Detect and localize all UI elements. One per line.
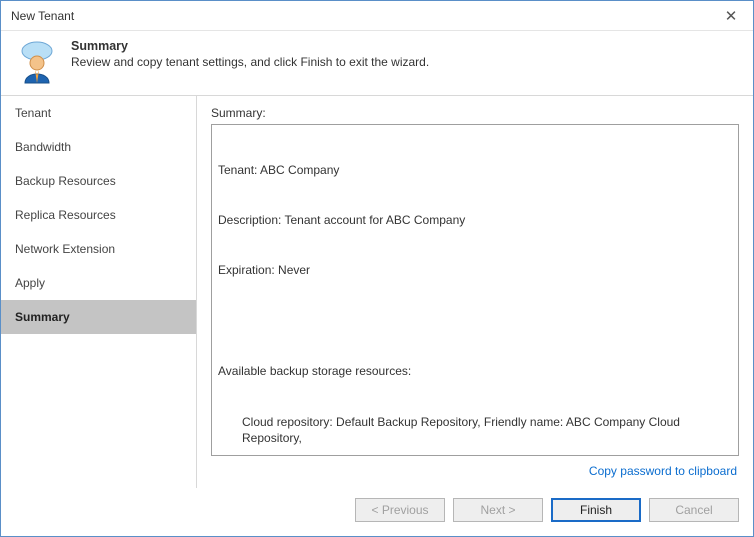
nav-item-label: Summary	[15, 310, 70, 324]
summary-label: Summary:	[211, 106, 739, 120]
close-button[interactable]: ✕	[709, 1, 753, 31]
wizard-header-text: Summary Review and copy tenant settings,…	[71, 37, 429, 69]
page-subtitle: Review and copy tenant settings, and cli…	[71, 55, 429, 69]
wizard-header: Summary Review and copy tenant settings,…	[1, 31, 753, 95]
copy-password-link[interactable]: Copy password to clipboard	[589, 464, 737, 478]
nav-item-label: Replica Resources	[15, 208, 116, 222]
nav-item-tenant[interactable]: Tenant	[1, 96, 196, 130]
summary-line-backup-header: Available backup storage resources:	[218, 363, 732, 380]
summary-line-description: Description: Tenant account for ABC Comp…	[218, 212, 732, 229]
nav-item-replica-resources[interactable]: Replica Resources	[1, 198, 196, 232]
wizard-nav: Tenant Bandwidth Backup Resources Replica R…	[1, 96, 197, 488]
close-icon: ✕	[725, 7, 738, 25]
nav-item-bandwidth[interactable]: Bandwidth	[1, 130, 196, 164]
page-title: Summary	[71, 39, 429, 53]
nav-item-label: Network Extension	[15, 242, 115, 256]
wizard-body: Tenant Bandwidth Backup Resources Replica R…	[1, 95, 753, 488]
nav-item-network-extension[interactable]: Network Extension	[1, 232, 196, 266]
summary-textbox[interactable]: Tenant: ABC Company Description: Tenant …	[211, 124, 739, 456]
nav-item-label: Backup Resources	[15, 174, 116, 188]
cancel-button: Cancel	[649, 498, 739, 522]
nav-item-label: Apply	[15, 276, 45, 290]
nav-item-backup-resources[interactable]: Backup Resources	[1, 164, 196, 198]
summary-line-backup-detail1: Cloud repository: Default Backup Reposit…	[218, 414, 732, 448]
link-row: Copy password to clipboard	[211, 456, 739, 482]
wizard-window: New Tenant ✕ Summary Review and copy ten…	[0, 0, 754, 537]
content-area: Summary: Tenant: ABC Company Description…	[197, 96, 753, 488]
next-button: Next >	[453, 498, 543, 522]
nav-item-label: Bandwidth	[15, 140, 71, 154]
nav-item-apply[interactable]: Apply	[1, 266, 196, 300]
summary-line-expiration: Expiration: Never	[218, 262, 732, 279]
wizard-footer: < Previous Next > Finish Cancel	[1, 488, 753, 536]
nav-item-label: Tenant	[15, 106, 51, 120]
previous-button: < Previous	[355, 498, 445, 522]
tenant-icon	[13, 37, 61, 85]
window-title: New Tenant	[11, 9, 74, 23]
summary-line-tenant: Tenant: ABC Company	[218, 162, 732, 179]
finish-button[interactable]: Finish	[551, 498, 641, 522]
nav-item-summary[interactable]: Summary	[1, 300, 196, 334]
titlebar: New Tenant ✕	[1, 1, 753, 31]
summary-blank-1	[218, 313, 732, 330]
